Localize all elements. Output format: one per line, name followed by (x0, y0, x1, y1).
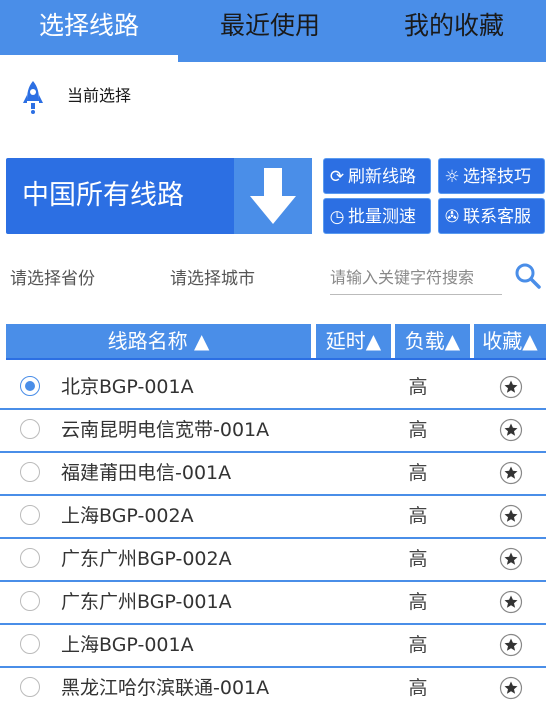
table-row[interactable]: 上海BGP-002A 高 (0, 496, 546, 539)
city-select[interactable]: 请选择城市 (166, 260, 311, 298)
line-load: 高 (408, 462, 428, 484)
lightbulb-icon: ☼ (444, 167, 460, 187)
refresh-lines-button[interactable]: ⟳ 刷新线路 (323, 158, 431, 194)
search-icon[interactable] (514, 262, 542, 290)
line-load: 高 (408, 634, 428, 656)
row-radio[interactable] (20, 376, 40, 396)
column-header-favorite[interactable]: 收藏▲ (474, 324, 546, 358)
tab-recent[interactable]: 最近使用 (178, 0, 362, 56)
table-row[interactable]: 云南昆明电信宽带-001A 高 (0, 410, 546, 453)
line-list: 北京BGP-001A 高 云南昆明电信宽带-001A 高 福建莆田电信-001A… (0, 367, 546, 709)
dropdown-area[interactable] (234, 158, 312, 234)
table-row[interactable]: 广东广州BGP-002A 高 (0, 539, 546, 582)
favorite-star-icon[interactable] (499, 461, 523, 485)
line-load: 高 (408, 505, 428, 527)
support-label: 联系客服 (463, 207, 531, 227)
row-radio[interactable] (20, 677, 40, 697)
favorite-star-icon[interactable] (499, 676, 523, 700)
refresh-label: 刷新线路 (348, 167, 416, 187)
favorite-star-icon[interactable] (499, 418, 523, 442)
line-name: 北京BGP-001A (61, 376, 194, 398)
favorite-star-icon[interactable] (499, 547, 523, 571)
row-radio[interactable] (20, 419, 40, 439)
tips-label: 选择技巧 (463, 167, 531, 187)
row-radio[interactable] (20, 634, 40, 654)
column-header-load[interactable]: 负载▲ (395, 324, 470, 358)
line-load: 高 (408, 376, 428, 398)
line-name: 黑龙江哈尔滨联通-001A (61, 677, 270, 699)
column-header-latency[interactable]: 延时▲ (316, 324, 391, 358)
table-row[interactable]: 北京BGP-001A 高 (0, 367, 546, 410)
search-input[interactable]: 请输入关键字符搜索 (330, 262, 502, 295)
current-selection-label: 当前选择 (67, 86, 132, 105)
province-select[interactable]: 请选择省份 (6, 260, 151, 298)
tab-favorites[interactable]: 我的收藏 (362, 0, 546, 56)
column-header-name[interactable]: 线路名称 ▲ (6, 324, 311, 358)
line-name: 上海BGP-001A (61, 634, 194, 656)
batch-test-label: 批量测速 (348, 207, 416, 227)
header-divider (6, 358, 546, 360)
line-category-label: 中国所有线路 (22, 180, 184, 211)
line-load: 高 (408, 591, 428, 613)
line-load: 高 (408, 419, 428, 441)
line-load: 高 (408, 548, 428, 570)
batch-speed-test-button[interactable]: ◷ 批量测速 (323, 198, 431, 234)
table-row[interactable]: 广东广州BGP-001A 高 (0, 582, 546, 625)
refresh-icon: ⟳ (329, 167, 345, 187)
row-radio[interactable] (20, 548, 40, 568)
favorite-star-icon[interactable] (499, 590, 523, 614)
rocket-icon (23, 81, 43, 114)
row-radio[interactable] (20, 505, 40, 525)
contact-support-button[interactable]: ✇ 联系客服 (438, 198, 545, 234)
line-name: 上海BGP-002A (61, 505, 194, 527)
favorite-star-icon[interactable] (499, 375, 523, 399)
fan-icon: ✇ (444, 207, 460, 227)
active-tab-indicator (0, 55, 178, 62)
row-radio[interactable] (20, 462, 40, 482)
line-name: 福建莆田电信-001A (61, 462, 232, 484)
line-load: 高 (408, 677, 428, 699)
tab-select-line[interactable]: 选择线路 (0, 0, 178, 56)
speedometer-icon: ◷ (329, 207, 345, 227)
favorite-star-icon[interactable] (499, 504, 523, 528)
row-radio[interactable] (20, 591, 40, 611)
table-row[interactable]: 福建莆田电信-001A 高 (0, 453, 546, 496)
current-selection-row: 当前选择 (0, 62, 546, 152)
top-tab-bar: 选择线路 最近使用 我的收藏 (0, 0, 546, 62)
arrow-down-icon (250, 168, 296, 224)
selection-tips-button[interactable]: ☼ 选择技巧 (438, 158, 545, 194)
favorite-star-icon[interactable] (499, 633, 523, 657)
line-category-selector[interactable]: 中国所有线路 (6, 158, 312, 234)
line-name: 广东广州BGP-001A (61, 591, 232, 613)
line-name: 广东广州BGP-002A (61, 548, 232, 570)
line-name: 云南昆明电信宽带-001A (61, 419, 270, 441)
table-row[interactable]: 黑龙江哈尔滨联通-001A 高 (0, 668, 546, 709)
table-row[interactable]: 上海BGP-001A 高 (0, 625, 546, 668)
